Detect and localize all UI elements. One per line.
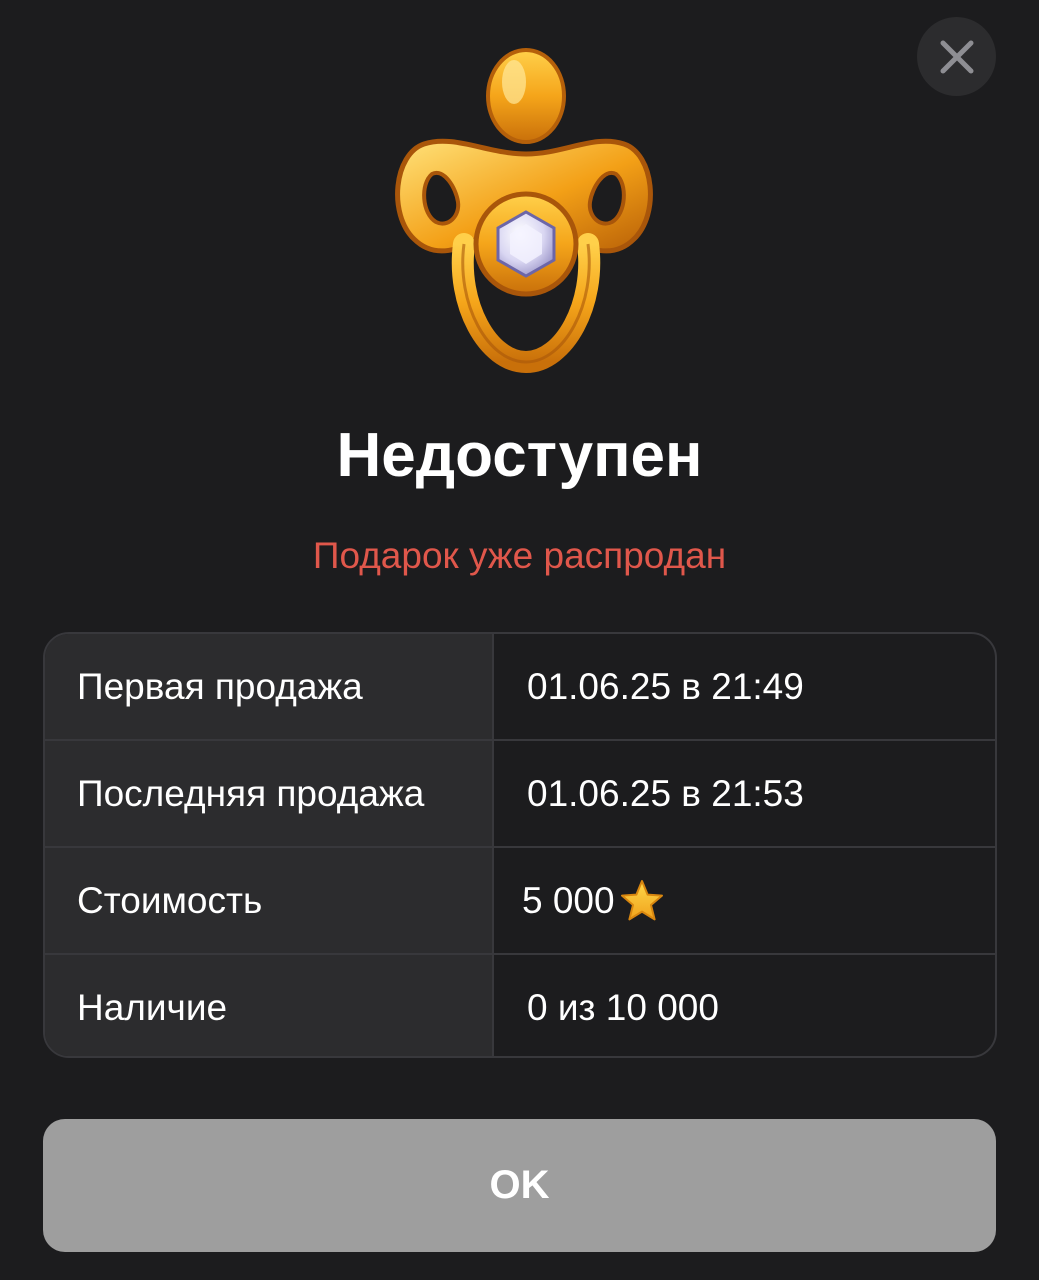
table-row-last-sale: Последняя продажа 01.06.25 в 21:53 (45, 741, 995, 848)
table-row-price: Стоимость 5 000 (45, 848, 995, 955)
sold-out-status: Подарок уже распродан (312, 535, 727, 576)
close-icon (940, 40, 973, 73)
table-row-first-sale: Первая продажа 01.06.25 в 21:49 (45, 634, 995, 741)
availability-label: Наличие (45, 955, 494, 1056)
ok-button[interactable]: OK (43, 1119, 996, 1252)
price-label: Стоимость (45, 848, 494, 953)
golden-pacifier-icon (395, 48, 653, 374)
last-sale-label: Последняя продажа (45, 741, 494, 846)
price-value-cell: 5 000 (494, 848, 995, 953)
page-title: Недоступен (336, 421, 703, 490)
first-sale-value: 01.06.25 в 21:49 (527, 665, 804, 707)
last-sale-value: 01.06.25 в 21:53 (527, 772, 804, 814)
close-button[interactable] (917, 17, 996, 96)
availability-value: 0 из 10 000 (527, 986, 719, 1028)
table-row-availability: Наличие 0 из 10 000 (45, 955, 995, 1056)
star-icon (620, 879, 663, 920)
gift-details-sheet: Недоступен Подарок уже распродан Первая … (0, 0, 1039, 1280)
price-value: 5 000 (522, 879, 615, 921)
gift-details-table: Первая продажа 01.06.25 в 21:49 Последня… (43, 632, 997, 1058)
first-sale-label: Первая продажа (45, 634, 494, 739)
